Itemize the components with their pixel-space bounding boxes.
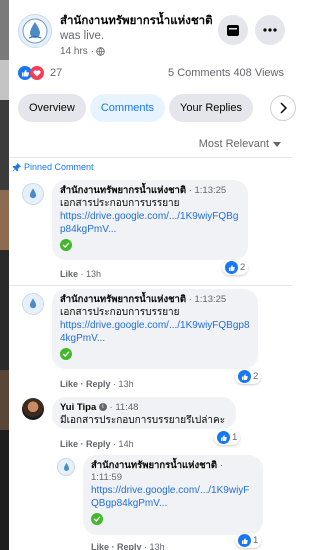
like-icon <box>217 431 230 444</box>
water-logo-icon <box>22 18 48 44</box>
messenger-icon <box>227 25 239 36</box>
checkmark-icon <box>60 348 72 360</box>
pinned-comment-label: Pinned Comment <box>12 162 94 172</box>
comment-actions: Like · Reply · 13h <box>91 542 165 550</box>
comment-timestamp[interactable]: · 11:48 <box>110 402 139 413</box>
like-icon <box>225 261 238 274</box>
reply-button[interactable]: · Reply <box>81 439 111 449</box>
page-avatar[interactable] <box>18 14 52 48</box>
sort-dropdown[interactable]: Most Relevant <box>199 138 281 150</box>
comment-link[interactable]: https://drive.google.com/.../1K9wiyFQBgp… <box>91 484 255 510</box>
messenger-button[interactable] <box>218 15 248 45</box>
like-button[interactable]: Like <box>60 269 78 279</box>
pinned-text: Pinned Comment <box>24 162 94 172</box>
comment-author[interactable]: สำนักงานทรัพยากรน้ำแห่งชาติ <box>60 294 186 305</box>
comment-bubble: สำนักงานทรัพยากรน้ำแห่งชาติ · 1:13:25 เอ… <box>52 289 258 369</box>
comment-bubble: Yui Tipa i · 11:48 มีเอกสารประกอบการบรรย… <box>52 397 236 429</box>
comment-author[interactable]: สำนักงานทรัพยากรน้ำแห่งชาติ <box>91 460 217 471</box>
comment-avatar[interactable] <box>22 183 44 205</box>
comment-text: เอกสารประกอบการบรรยาย <box>60 307 180 318</box>
divider <box>9 157 292 158</box>
user-avatar[interactable] <box>22 398 44 420</box>
comments-views-count[interactable]: 5 Comments 408 Views <box>168 67 284 79</box>
reactions-count[interactable]: 27 <box>50 67 62 79</box>
comment-timestamp-separator: · <box>219 460 223 471</box>
comment-text: มีเอกสารประกอบการบรรยายรึเปล่าคะ <box>60 415 226 426</box>
comment-age: · 14h <box>113 439 134 449</box>
chevron-right-icon <box>280 102 287 114</box>
comment-actions: Like · Reply · 14h <box>60 439 134 449</box>
comment-bubble: สำนักงานทรัพยากรน้ำแห่งชาติ · 1:11:59 ht… <box>83 455 263 535</box>
checkmark-icon <box>60 239 72 251</box>
caret-down-icon <box>273 141 281 147</box>
reply-button[interactable]: · Reply <box>112 542 142 550</box>
post-header: สำนักงานทรัพยากรน้ำแห่งชาติ was live. 14… <box>18 10 318 70</box>
post-time: 14 hrs · <box>60 46 105 57</box>
comment-timestamp[interactable]: 1:11:59 <box>91 472 122 483</box>
comment-actions: Like · Reply · 13h <box>60 379 134 389</box>
like-button[interactable]: Like <box>60 379 78 389</box>
comment-timestamp[interactable]: · 1:13:25 <box>189 294 227 305</box>
checkmark-icon <box>91 513 103 525</box>
water-logo-icon <box>63 462 69 471</box>
comment-link[interactable]: https://drive.google.com/.../1K9wiyFQBgp… <box>60 210 240 236</box>
comment-bubble: สำนักงานทรัพยากรน้ำแห่งชาติ · 1:13:25 เอ… <box>52 180 248 260</box>
like-icon <box>238 534 251 547</box>
post-time-text: 14 hrs · <box>60 46 94 57</box>
water-logo-icon <box>29 188 37 199</box>
live-status-text: was live. <box>60 30 105 42</box>
like-button[interactable]: Like <box>91 542 109 550</box>
reaction-count: 2 <box>253 371 259 382</box>
globe-icon <box>96 47 105 56</box>
comment-reactions[interactable]: 1 <box>214 430 241 445</box>
tab-your-replies[interactable]: Your Replies <box>169 94 253 122</box>
comment-text: เอกสารประกอบการบรรยาย <box>60 198 180 209</box>
comment-reactions[interactable]: 2 <box>235 369 262 384</box>
tab-overview[interactable]: Overview <box>18 94 86 122</box>
comment-tabs: Overview Comments Your Replies <box>18 94 318 122</box>
divider <box>9 285 292 286</box>
comment-actions: Like · 13h <box>60 269 101 279</box>
more-icon <box>263 28 277 32</box>
tab-comments[interactable]: Comments <box>89 94 166 122</box>
background-photo-edge <box>0 0 9 550</box>
reaction-count: 2 <box>240 262 246 273</box>
like-icon <box>238 370 251 383</box>
comment-avatar[interactable] <box>57 458 75 476</box>
pin-icon <box>12 162 21 172</box>
comment-age: · 13h <box>80 269 102 279</box>
comment-reactions[interactable]: 1 <box>235 533 262 548</box>
reply-button[interactable]: · Reply <box>81 379 111 389</box>
comment-avatar[interactable] <box>22 293 44 315</box>
comment-timestamp[interactable]: · 1:13:25 <box>189 185 227 196</box>
info-icon: i <box>98 403 107 412</box>
page-title[interactable]: สำนักงานทรัพยากรน้ำแห่งชาติ was live. <box>60 14 220 44</box>
comment-link[interactable]: https://drive.google.com/.../1K9wiyFQBgp… <box>60 319 250 345</box>
comment-author[interactable]: สำนักงานทรัพยากรน้ำแห่งชาติ <box>60 185 186 196</box>
reaction-icons[interactable] <box>18 66 44 80</box>
like-button[interactable]: Like <box>60 439 78 449</box>
comment-author[interactable]: Yui Tipa <box>60 402 96 413</box>
comment-reactions[interactable]: 2 <box>222 260 249 275</box>
post-stats: 27 5 Comments 408 Views <box>18 64 284 82</box>
page-name[interactable]: สำนักงานทรัพยากรน้ำแห่งชาติ <box>60 15 213 27</box>
comment-age: · 13h <box>144 542 165 550</box>
love-icon <box>30 66 44 80</box>
comment-age: · 13h <box>113 379 134 389</box>
reaction-count: 1 <box>232 432 238 443</box>
more-options-button[interactable] <box>255 15 285 45</box>
water-logo-icon <box>29 298 37 309</box>
sort-label: Most Relevant <box>198 138 269 150</box>
tabs-next-button[interactable] <box>270 95 296 121</box>
reaction-count: 1 <box>253 535 259 546</box>
